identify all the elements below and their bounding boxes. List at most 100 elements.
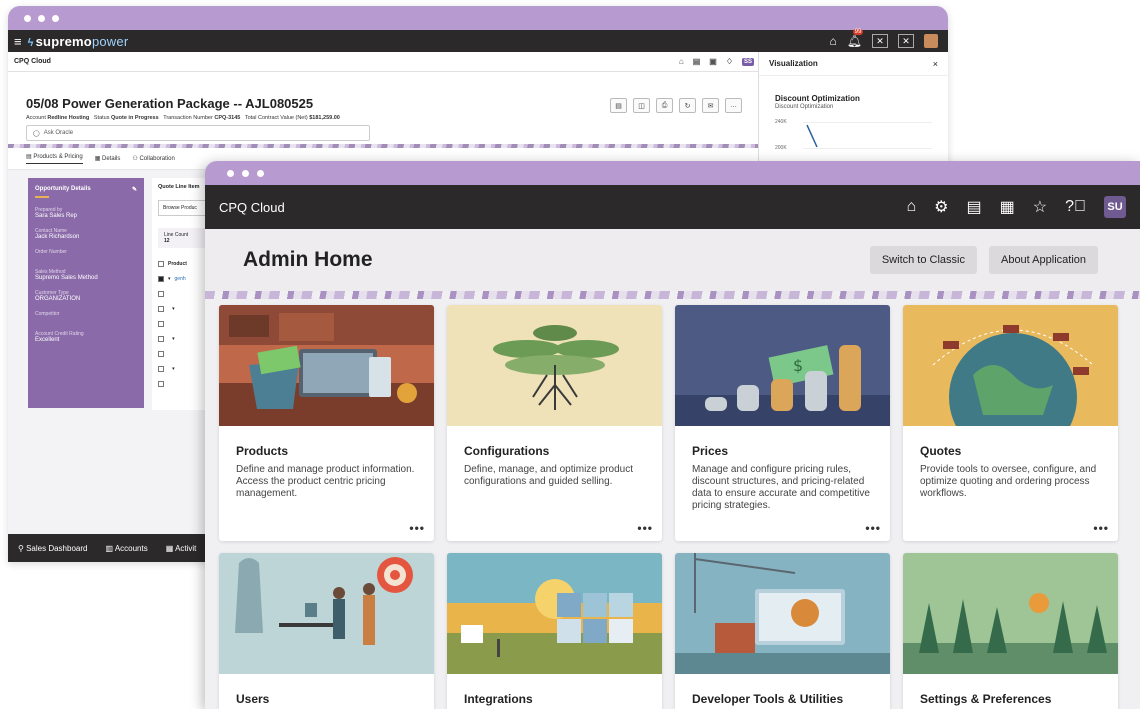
field-value: Sara Sales Rep <box>35 212 78 219</box>
save-icon[interactable]: ▣ <box>709 57 717 66</box>
card-title: Integrations <box>464 692 533 706</box>
settings-illustration <box>903 553 1118 674</box>
more-options-icon[interactable]: ••• <box>409 521 425 535</box>
panel-title: Opportunity Details <box>35 186 91 192</box>
document-icon[interactable]: ▤ <box>610 98 627 113</box>
ask-oracle-input[interactable]: ◯ Ask Oracle <box>26 125 370 141</box>
checkbox[interactable] <box>158 365 164 372</box>
window-dot[interactable] <box>227 169 234 177</box>
svg-text:$: $ <box>793 356 803 375</box>
email-icon[interactable]: ✉ <box>702 98 719 113</box>
quotes-card[interactable]: Quotes Provide tools to oversee, configu… <box>903 305 1118 541</box>
refresh-icon[interactable]: ↻ <box>679 98 696 113</box>
tab-details[interactable]: ▦ Details <box>95 155 121 162</box>
quotes-illustration <box>903 305 1118 426</box>
users-illustration <box>219 553 434 674</box>
integrations-illustration <box>447 553 662 674</box>
brand-part2: power <box>91 33 129 49</box>
settings-preferences-card[interactable]: Settings & Preferences <box>903 553 1118 709</box>
ask-placeholder: Ask Oracle <box>43 130 74 136</box>
notification-count: 99 <box>852 29 864 35</box>
more-options-icon[interactable]: ••• <box>637 521 653 535</box>
window-dot[interactable] <box>242 169 249 177</box>
close-icon[interactable]: × <box>933 59 938 69</box>
app-name[interactable]: CPQ Cloud <box>219 200 285 215</box>
list-icon[interactable]: ▦ <box>1000 197 1015 217</box>
more-icon[interactable]: … <box>725 98 742 113</box>
document-icon[interactable]: ▤ <box>967 197 982 217</box>
brand-logo[interactable]: ϟ supremopower <box>28 34 129 49</box>
compare-icon[interactable]: ◫ <box>633 98 650 113</box>
settings-gear-icon[interactable]: ⚙ <box>934 197 948 217</box>
star-icon[interactable]: ☆ <box>1033 197 1047 217</box>
developer-tools-card[interactable]: Developer Tools & Utilities <box>675 553 890 709</box>
transaction-number: CPQ-3145 <box>214 115 241 121</box>
nav-accounts[interactable]: ▥ Accounts <box>105 544 147 553</box>
field-value: Excellent <box>35 336 60 343</box>
decorative-pattern <box>205 291 1140 299</box>
field: Competitor <box>35 311 137 317</box>
prices-card[interactable]: $ Prices Manage and configure pricing ru… <box>675 305 890 541</box>
card-description: Provide tools to oversee, configure, and… <box>920 464 1097 499</box>
home-icon[interactable]: ⌂ <box>679 57 684 66</box>
products-card[interactable]: Products Define and manage product infor… <box>219 305 434 541</box>
field-value: ORGANIZATION <box>35 295 81 302</box>
app-name: CPQ Cloud <box>14 58 51 65</box>
user-badge[interactable]: SS <box>741 57 754 66</box>
checkbox[interactable] <box>158 290 164 297</box>
checkbox[interactable] <box>158 275 164 282</box>
configurations-illustration <box>447 305 662 426</box>
window-dot[interactable] <box>257 169 264 177</box>
tab-products-pricing[interactable]: ▤ Products & Pricing <box>26 153 83 164</box>
card-description: Define and manage product information. A… <box>236 464 415 499</box>
top-bar: CPQ Cloud ⌂ ⚙ ▤ ▦ ☆ ?⃝ SU <box>205 185 1140 229</box>
checkbox[interactable] <box>158 335 164 342</box>
field-label: Competitor <box>35 310 60 317</box>
transaction-header: 05/08 Power Generation Package -- AJL080… <box>8 72 760 148</box>
home-icon[interactable]: ⌂ <box>906 198 916 216</box>
more-options-icon[interactable]: ••• <box>1093 521 1109 535</box>
list-icon[interactable]: ▤ <box>693 57 701 66</box>
integrations-card[interactable]: Integrations <box>447 553 662 709</box>
window-dot[interactable] <box>38 14 45 22</box>
print-icon[interactable]: ⎙ <box>656 98 673 113</box>
row-link[interactable]: genh <box>175 276 186 282</box>
meta-label: Total Contract Value (Net) <box>244 115 308 121</box>
field: Contact Name Jack Richardson <box>35 228 137 240</box>
admin-cards-grid: Products Define and manage product infor… <box>219 305 1118 709</box>
meta-label: Status <box>93 115 110 121</box>
nav-label: Activit <box>175 543 197 553</box>
nav-activities[interactable]: ▦ Activit <box>166 544 197 553</box>
developer-tools-illustration <box>675 553 890 674</box>
card-title: Products <box>236 444 289 458</box>
bell-icon[interactable]: ♢ <box>726 57 733 66</box>
notification-bell-icon[interactable]: 🔔︎ 99 <box>847 29 864 48</box>
card-description: Manage and configure pricing rules, disc… <box>692 464 870 511</box>
configurations-card[interactable]: Configurations Define, manage, and optim… <box>447 305 662 541</box>
users-card[interactable]: Users <box>219 553 434 709</box>
tools-icon[interactable]: ✕ <box>872 34 888 48</box>
bolt-icon: ϟ <box>27 36 34 49</box>
edit-pencil-icon[interactable]: ✎ <box>132 186 137 193</box>
checkbox[interactable] <box>158 350 164 357</box>
about-application-button[interactable]: About Application <box>988 246 1098 274</box>
help-icon[interactable]: ?⃝ <box>1065 198 1086 216</box>
home-icon[interactable]: ⌂ <box>830 34 837 48</box>
checkbox[interactable] <box>158 380 164 387</box>
checkbox[interactable] <box>158 305 164 312</box>
switch-to-classic-button[interactable]: Switch to Classic <box>869 246 977 274</box>
avatar[interactable] <box>924 34 938 48</box>
tab-label: Collaboration <box>139 156 175 162</box>
field: Order Number <box>35 249 137 255</box>
checkbox[interactable] <box>158 260 164 267</box>
more-options-icon[interactable]: ••• <box>865 521 881 535</box>
hamburger-menu-icon[interactable]: ≡ <box>14 34 22 49</box>
user-badge[interactable]: SU <box>1104 196 1126 218</box>
tab-collaboration[interactable]: ⚇ Collaboration <box>132 155 174 162</box>
window-dot[interactable] <box>52 14 59 22</box>
checkbox[interactable] <box>158 320 164 327</box>
nav-sales-dashboard[interactable]: ⚲ Sales Dashboard <box>18 544 87 553</box>
wrench-icon[interactable]: ✕ <box>898 34 914 48</box>
tick-label: 200K <box>775 145 787 151</box>
window-dot[interactable] <box>24 14 31 22</box>
